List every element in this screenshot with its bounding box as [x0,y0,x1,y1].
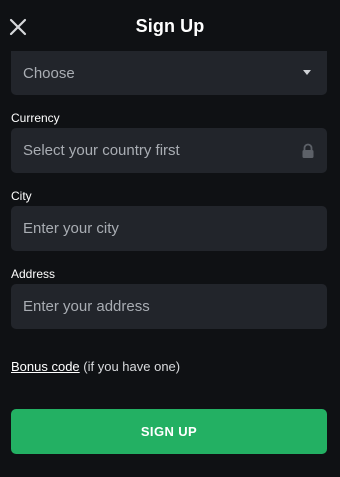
chevron-down-icon [303,70,311,75]
bonus-code-row: Bonus code (if you have one) [11,359,180,374]
header: Sign Up [0,0,340,56]
country-select[interactable]: Choose [11,51,327,95]
page-title: Sign Up [135,16,205,36]
currency-select[interactable]: Select your country first [11,128,327,173]
currency-label: Currency [11,111,60,125]
country-select-value: Choose [23,64,75,82]
bonus-code-note: (if you have one) [79,359,181,374]
address-input[interactable] [11,284,327,329]
sign-up-button[interactable]: SIGN UP [11,409,327,454]
city-label: City [11,189,32,203]
currency-placeholder: Select your country first [23,142,180,159]
lock-icon [302,143,314,158]
city-input[interactable] [11,206,327,251]
address-label: Address [11,267,56,281]
bonus-code-link[interactable]: Bonus code [11,359,80,374]
